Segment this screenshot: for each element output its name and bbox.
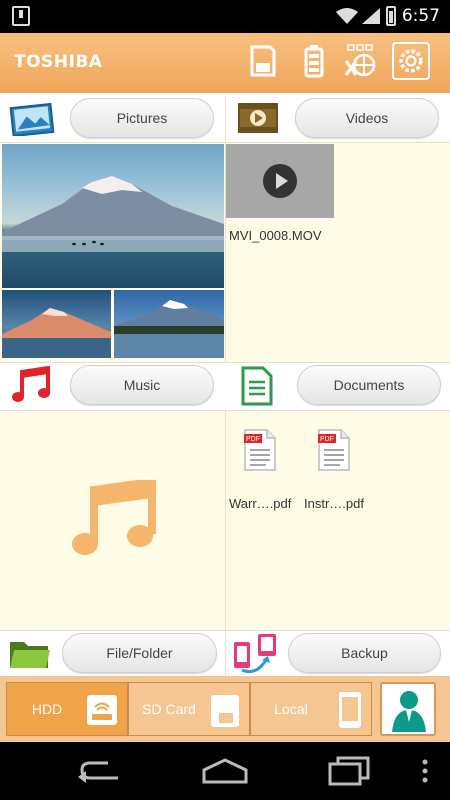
system-navigation-bar bbox=[0, 742, 450, 800]
pdf-file-icon[interactable]: PDF bbox=[316, 428, 352, 472]
hdd-wireless-icon bbox=[87, 695, 117, 725]
download-icon bbox=[12, 6, 30, 26]
signal-icon bbox=[362, 8, 380, 24]
video-file-name[interactable]: MVI_0008.MOV bbox=[229, 228, 322, 243]
videos-icon bbox=[238, 103, 278, 133]
status-bar: 6:57 bbox=[0, 0, 450, 33]
tab-sd-card[interactable]: SD Card bbox=[128, 682, 250, 736]
home-icon[interactable] bbox=[200, 758, 250, 784]
menu-overflow-icon[interactable] bbox=[420, 758, 430, 784]
wifi-icon bbox=[336, 8, 358, 24]
music-icon bbox=[12, 366, 50, 402]
pictures-icon bbox=[9, 102, 55, 136]
phone-icon bbox=[339, 692, 361, 728]
pictures-button[interactable]: Pictures bbox=[70, 98, 214, 138]
status-time: 6:57 bbox=[401, 6, 440, 26]
music-button[interactable]: Music bbox=[70, 365, 214, 405]
battery-icon[interactable] bbox=[296, 43, 332, 79]
user-avatar-icon bbox=[392, 691, 426, 732]
documents-button[interactable]: Documents bbox=[297, 365, 441, 405]
file-folder-button[interactable]: File/Folder bbox=[62, 633, 217, 673]
svg-text:PDF: PDF bbox=[320, 436, 334, 443]
backup-icon bbox=[234, 634, 276, 674]
picture-thumbnail[interactable] bbox=[2, 290, 111, 358]
bottom-tab-bar: HDD SD Card Local bbox=[0, 676, 450, 742]
folder-icon bbox=[10, 642, 50, 668]
svg-text:PDF: PDF bbox=[246, 436, 260, 443]
back-icon[interactable] bbox=[78, 758, 122, 784]
account-button[interactable] bbox=[380, 682, 436, 736]
divider bbox=[0, 142, 450, 143]
battery-status-icon bbox=[386, 6, 396, 26]
tab-hdd-label: HDD bbox=[31, 701, 63, 717]
backup-button[interactable]: Backup bbox=[288, 633, 441, 673]
videos-button[interactable]: Videos bbox=[295, 98, 439, 138]
picture-thumbnail[interactable] bbox=[2, 144, 224, 288]
tab-hdd[interactable]: HDD bbox=[6, 682, 128, 736]
pdf-file-icon[interactable]: PDF bbox=[242, 428, 278, 472]
app-bar: TOSHIBA bbox=[0, 33, 450, 93]
wifi-globe-icon[interactable] bbox=[342, 43, 378, 79]
recent-apps-icon[interactable] bbox=[328, 756, 370, 786]
pdf-file-name[interactable]: Warr….pdf bbox=[229, 496, 291, 511]
picture-thumbnail[interactable] bbox=[114, 290, 224, 358]
brand-logo: TOSHIBA bbox=[14, 52, 103, 72]
video-thumbnail[interactable] bbox=[226, 144, 334, 218]
center-divider bbox=[225, 410, 226, 630]
tab-local-label: Local bbox=[274, 701, 308, 717]
tab-local[interactable]: Local bbox=[250, 682, 372, 736]
tab-sd-card-label: SD Card bbox=[142, 701, 196, 717]
documents-icon bbox=[241, 366, 273, 406]
pdf-file-name[interactable]: Instr….pdf bbox=[304, 496, 364, 511]
divider bbox=[0, 630, 450, 631]
sd-card-icon bbox=[211, 695, 239, 727]
settings-icon[interactable] bbox=[392, 42, 430, 80]
play-icon bbox=[263, 164, 297, 198]
sd-card-icon[interactable] bbox=[244, 43, 280, 79]
music-note-icon[interactable] bbox=[70, 480, 156, 560]
